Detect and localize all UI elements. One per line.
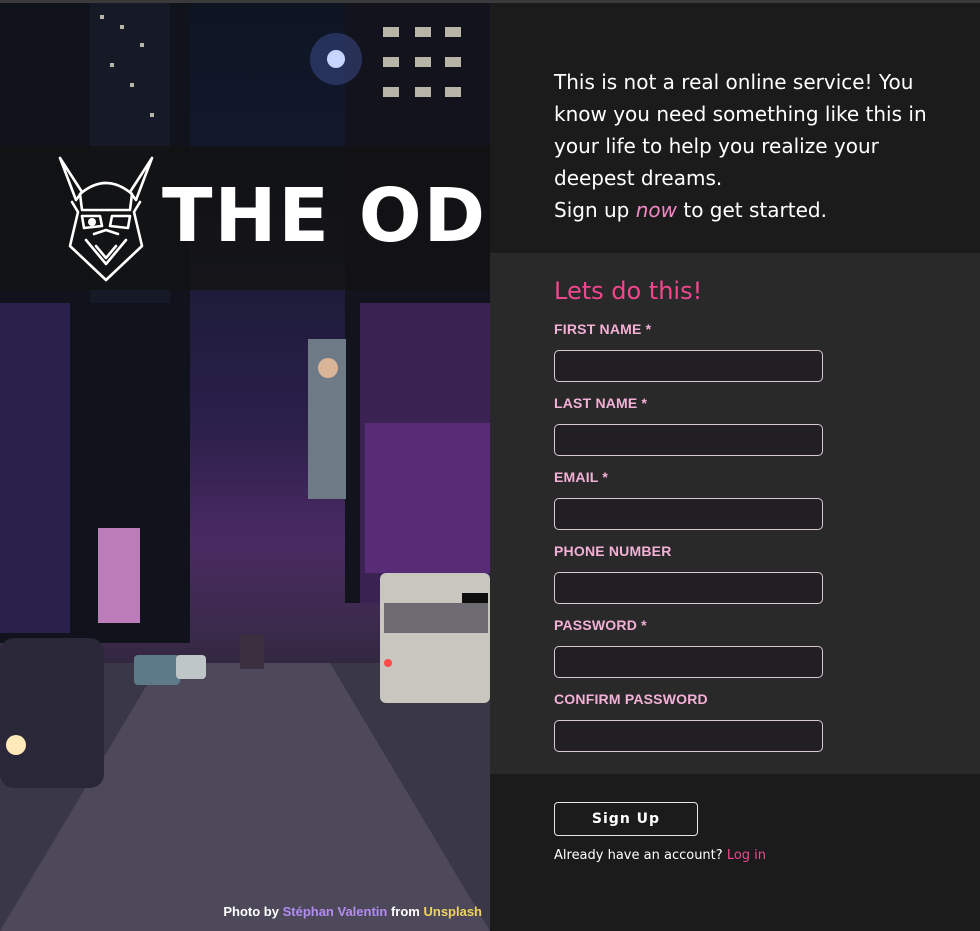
intro-text: This is not a real online service! You k… (554, 66, 934, 226)
photo-credit: Photo by Stéphan Valentin from Unsplash (223, 904, 482, 919)
signup-prefix: Sign up (554, 198, 630, 222)
phone-input[interactable] (554, 572, 823, 604)
signup-suffix: to get started. (683, 198, 827, 222)
viking-helmet-icon (58, 156, 154, 282)
now-emphasis: now (635, 198, 677, 222)
credit-prefix: Photo by (223, 904, 279, 919)
form-heading: Lets do this! (554, 277, 703, 305)
photographer-link[interactable]: Stéphan Valentin (283, 904, 388, 919)
hero-photo: THE ODIN Photo by Stéphan Valentin from … (0, 3, 490, 931)
have-account-text: Already have an account? (554, 848, 723, 863)
confirm-password-input[interactable] (554, 720, 823, 752)
password-label: PASSWORD * (554, 617, 647, 633)
confirm-password-label: CONFIRM PASSWORD (554, 691, 708, 707)
password-input[interactable] (554, 646, 823, 678)
brand-wordmark: THE ODIN (162, 173, 490, 259)
phone-label: PHONE NUMBER (554, 543, 672, 559)
signup-form: Lets do this! FIRST NAME * LAST NAME * E… (490, 253, 980, 774)
last-name-input[interactable] (554, 424, 823, 456)
logo-banner: THE ODIN (0, 146, 490, 290)
intro-line: This is not a real online service! You k… (554, 70, 927, 190)
unsplash-link[interactable]: Unsplash (423, 904, 482, 919)
city-street-photo (0, 3, 490, 931)
email-label: EMAIL * (554, 469, 609, 485)
last-name-label: LAST NAME * (554, 395, 648, 411)
credit-middle: from (390, 904, 420, 919)
sign-up-button[interactable]: Sign Up (554, 802, 698, 836)
first-name-label: FIRST NAME * (554, 321, 652, 337)
email-input[interactable] (554, 498, 823, 530)
login-prompt: Already have an account? Log in (554, 848, 766, 863)
login-link[interactable]: Log in (727, 848, 766, 863)
first-name-input[interactable] (554, 350, 823, 382)
